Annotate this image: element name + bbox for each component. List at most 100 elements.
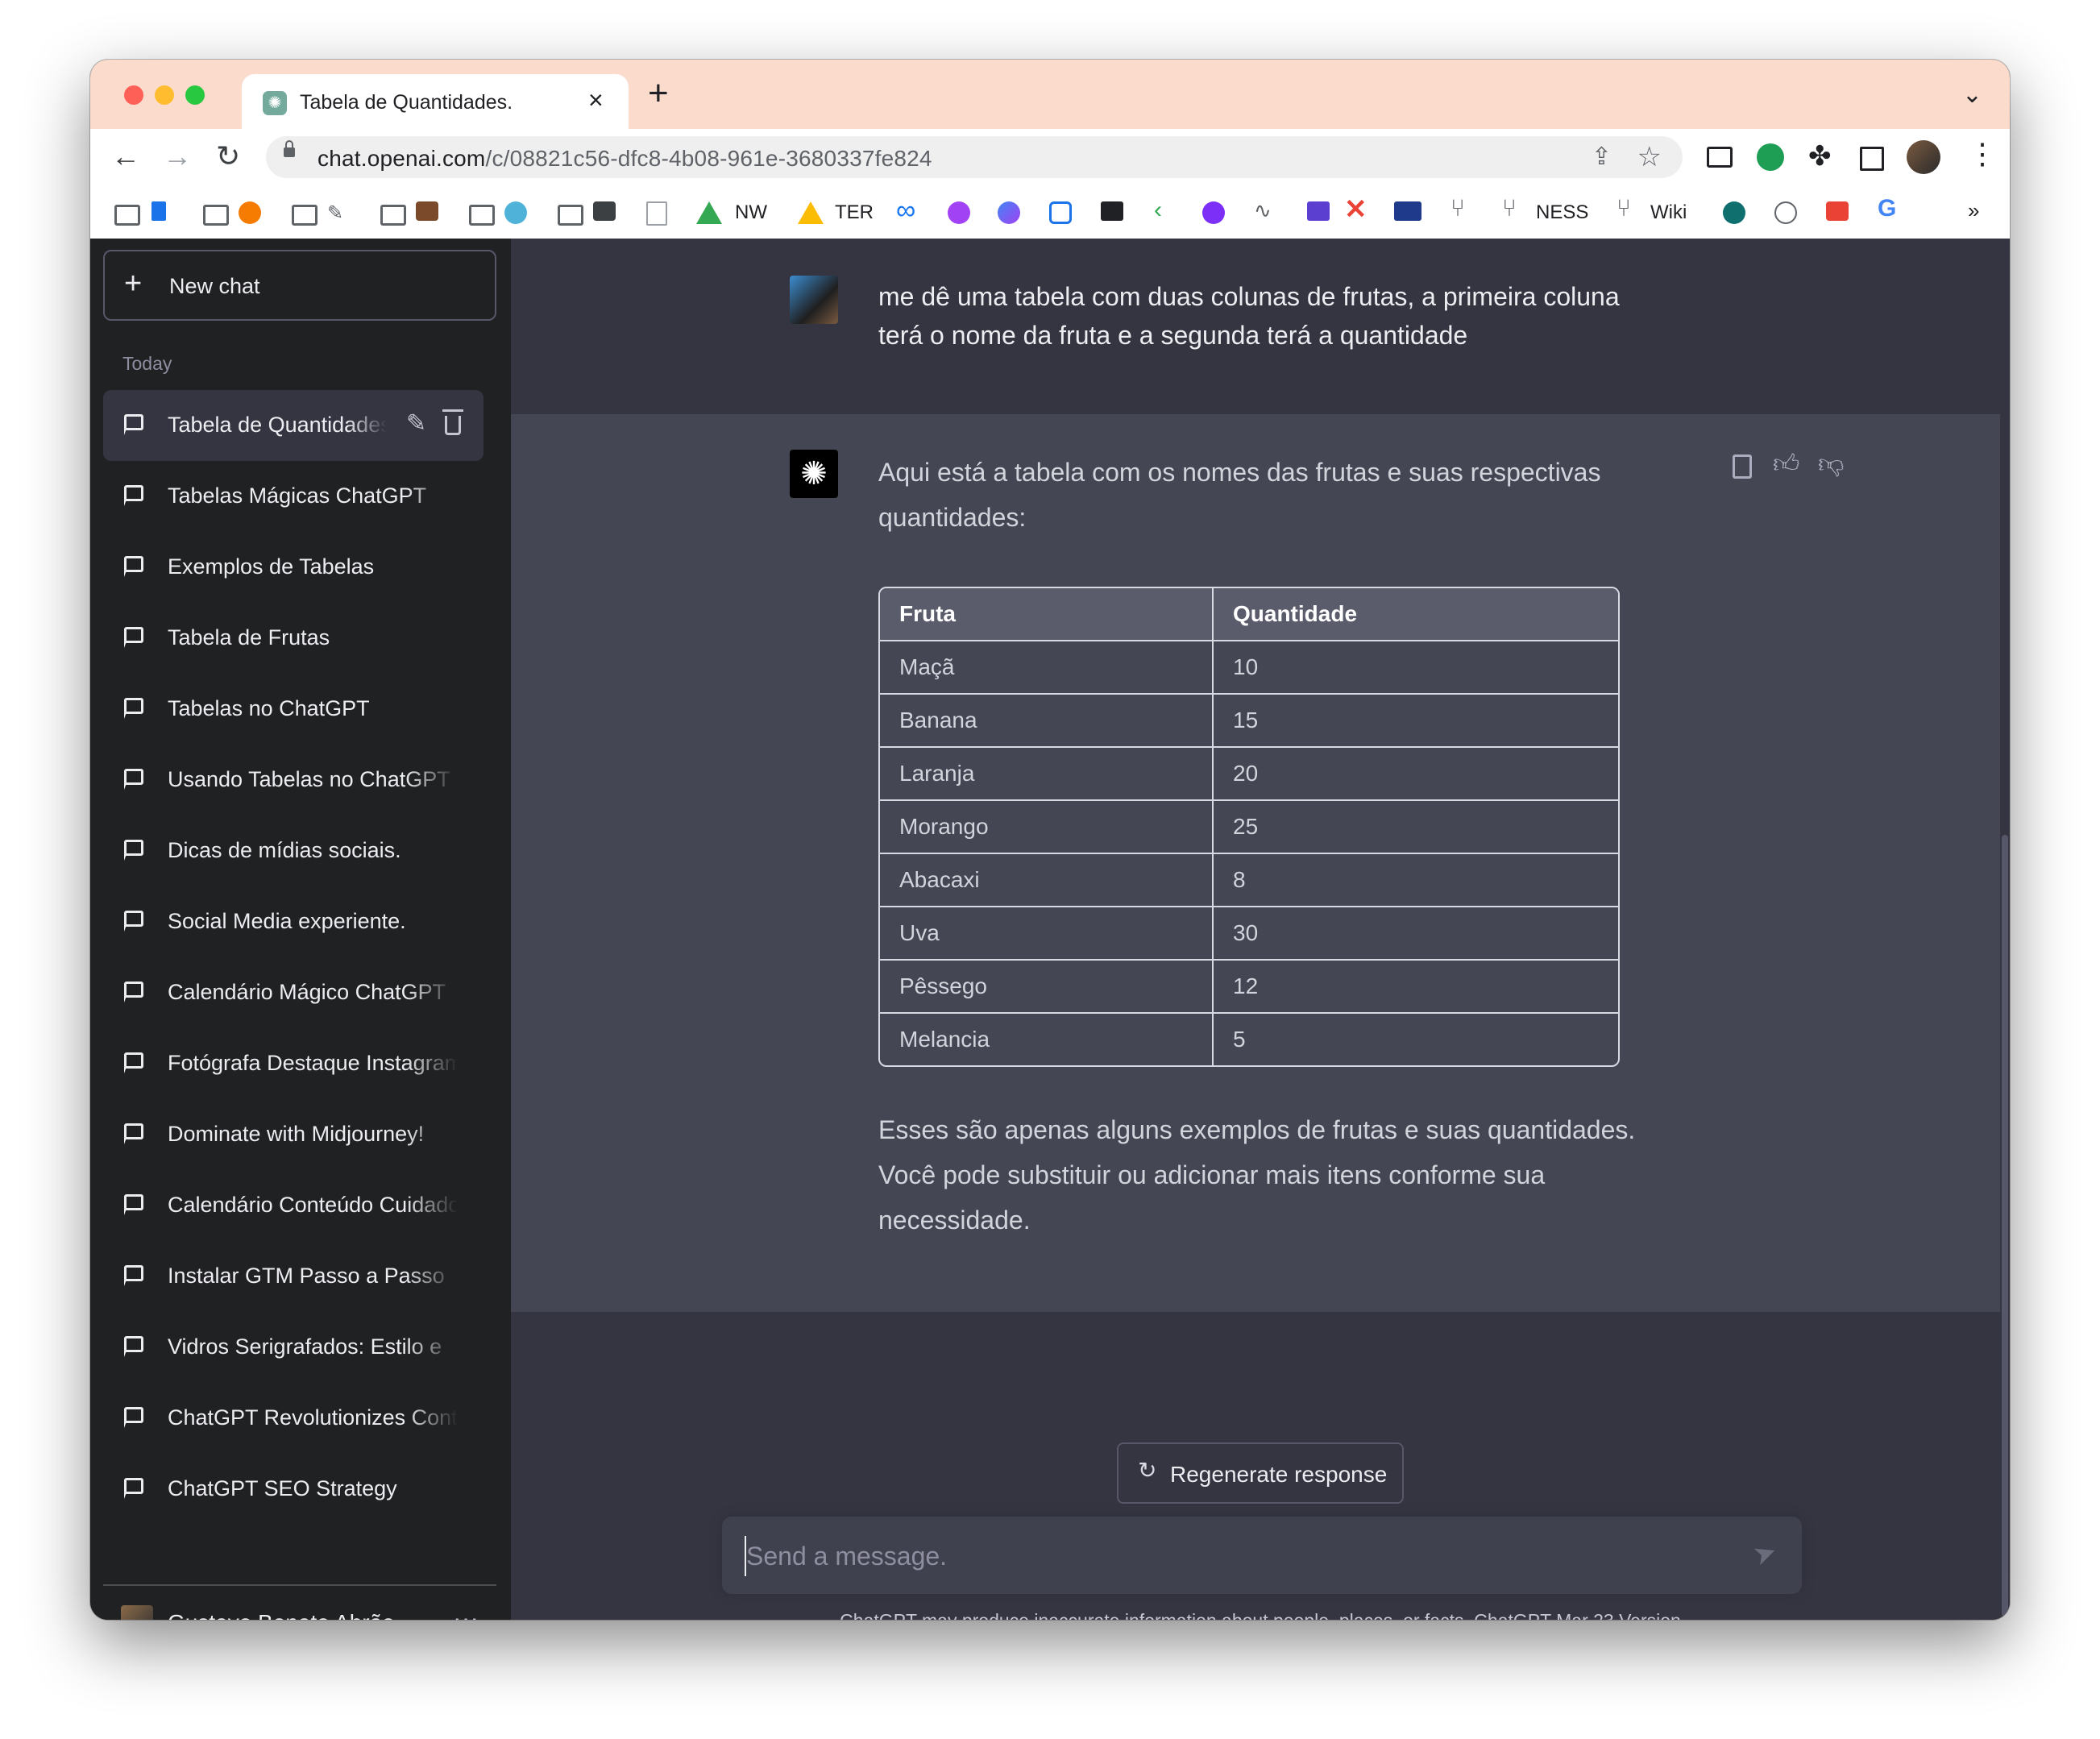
bookmark-book-icon[interactable] bbox=[151, 201, 166, 221]
sidebar-item-active[interactable]: Tabela de Quantidades. ✎ bbox=[103, 390, 483, 461]
edit-pencil-icon[interactable]: ✎ bbox=[406, 409, 426, 438]
bookmark-wand-icon[interactable] bbox=[948, 201, 970, 224]
bookmark-x-icon[interactable]: ✕ bbox=[1344, 193, 1367, 225]
google-icon[interactable]: G bbox=[1878, 195, 1900, 222]
bookmark-briefcase-icon[interactable] bbox=[416, 201, 438, 221]
sidebar-item[interactable]: Tabela de Frutas bbox=[103, 603, 483, 674]
thumbs-up-icon[interactable]: 👍︎ bbox=[1773, 448, 1799, 479]
chat-bubble-icon bbox=[124, 1052, 143, 1073]
sidebar-item[interactable]: Tabelas no ChatGPT bbox=[103, 674, 483, 745]
bookmark-folder-icon[interactable] bbox=[203, 205, 229, 226]
sidebar-item[interactable]: Dominate with Midjourney! bbox=[103, 1099, 483, 1170]
sidebar-item[interactable]: Tabelas Mágicas ChatGPT bbox=[103, 461, 483, 532]
bookmark-label[interactable]: TER bbox=[835, 201, 874, 224]
google-drive-icon[interactable] bbox=[696, 201, 722, 224]
side-panel-icon[interactable] bbox=[1860, 147, 1884, 171]
bookmark-camera-icon[interactable] bbox=[593, 201, 616, 221]
sidebar-item[interactable]: Instalar GTM Passo a Passo bbox=[103, 1241, 483, 1312]
bookmark-sphere-icon[interactable] bbox=[998, 201, 1020, 224]
bookmark-document-icon[interactable] bbox=[646, 201, 667, 226]
version-link[interactable]: ChatGPT Mar 23 Version bbox=[1474, 1610, 1681, 1620]
tab-close-icon[interactable]: × bbox=[588, 85, 604, 115]
sidebar-item[interactable]: Social Media experiente. bbox=[103, 886, 483, 957]
bookmark-label[interactable]: NESS bbox=[1536, 201, 1588, 224]
new-chat-button[interactable]: + New chat bbox=[103, 250, 496, 321]
bookmark-branch-icon[interactable]: ⑂ bbox=[1450, 195, 1473, 222]
message-input[interactable] bbox=[745, 1536, 1715, 1576]
table-cell: Pêssego bbox=[880, 961, 1214, 1014]
browser-menu-icon[interactable]: ⋮ bbox=[1968, 137, 1997, 170]
picture-in-picture-icon[interactable] bbox=[1707, 147, 1733, 168]
sidebar-item[interactable]: Fotógrafa Destaque Instagram bbox=[103, 1028, 483, 1099]
lock-icon[interactable] bbox=[284, 140, 295, 157]
minimize-window-button[interactable] bbox=[155, 85, 174, 105]
bookmark-fire-icon[interactable] bbox=[239, 201, 261, 224]
bookmark-folder-icon[interactable] bbox=[380, 205, 406, 226]
bookmark-red-icon[interactable] bbox=[1826, 201, 1849, 221]
bookmark-branch-icon[interactable]: ⑂ bbox=[1617, 195, 1639, 222]
bookmark-bowl-icon[interactable] bbox=[504, 201, 527, 224]
extension-green-icon[interactable] bbox=[1757, 143, 1784, 171]
copy-clipboard-icon[interactable] bbox=[1733, 454, 1752, 479]
section-label: Today bbox=[122, 353, 172, 374]
bookmark-globe-icon[interactable] bbox=[1723, 201, 1745, 224]
regenerate-response-button[interactable]: ↻ Regenerate response bbox=[1117, 1442, 1404, 1504]
bookmark-folder-icon[interactable] bbox=[469, 205, 495, 226]
sidebar-item[interactable]: Calendário Conteúdo Cuidado bbox=[103, 1170, 483, 1241]
sidebar-item[interactable]: ChatGPT SEO Strategy bbox=[103, 1454, 483, 1525]
close-window-button[interactable] bbox=[124, 85, 143, 105]
bookmarks-bar: ✎ NW TER ∞ ‹ ∿ ✕ ⑂ ⑂ NESS ⑂ Wiki G » bbox=[90, 185, 2010, 240]
thumbs-down-icon[interactable]: 👎︎ bbox=[1818, 448, 1844, 479]
chat-bubble-icon bbox=[124, 1478, 143, 1499]
google-drive-icon[interactable] bbox=[798, 201, 824, 224]
sidebar-item[interactable]: Calendário Mágico ChatGPT bbox=[103, 957, 483, 1028]
bookmark-n-icon[interactable] bbox=[1101, 201, 1123, 221]
chat-bubble-icon bbox=[124, 698, 143, 719]
scrollbar[interactable] bbox=[2000, 239, 2010, 1620]
trash-icon[interactable] bbox=[442, 409, 463, 435]
sidebar-item[interactable]: Exemplos de Tabelas bbox=[103, 532, 483, 603]
profile-avatar[interactable] bbox=[1907, 140, 1940, 174]
bookmark-ghost-icon[interactable] bbox=[1774, 201, 1797, 224]
maximize-window-button[interactable] bbox=[185, 85, 205, 105]
fruit-table: Fruta Quantidade Maçã 10 Banana 15 Laranja… bbox=[878, 587, 1620, 1067]
more-options-icon[interactable]: ··· bbox=[453, 1604, 479, 1620]
title-bar: ✺ Tabela de Quantidades. × + ⌄ bbox=[90, 60, 2010, 129]
table-cell: Melancia bbox=[880, 1014, 1214, 1065]
sidebar-item[interactable]: ChatGPT Revolutionizes Content bbox=[103, 1383, 483, 1454]
table-cell: 30 bbox=[1214, 907, 1618, 961]
bookmark-folder-icon[interactable] bbox=[558, 205, 583, 226]
bookmark-branch-icon[interactable]: ⑂ bbox=[1502, 195, 1525, 222]
bookmark-list-icon[interactable] bbox=[1307, 201, 1330, 221]
bookmark-chevron-icon[interactable]: ‹ bbox=[1154, 197, 1177, 223]
url-text[interactable]: chat.openai.com/c/08821c56-dfc8-4b08-961… bbox=[317, 146, 932, 172]
bookmark-wave-icon[interactable]: ∿ bbox=[1254, 198, 1276, 222]
send-icon[interactable]: ➤ bbox=[1749, 1534, 1781, 1572]
scrollbar-thumb[interactable] bbox=[2002, 835, 2008, 1617]
bookmark-folder-icon[interactable] bbox=[292, 205, 317, 226]
new-tab-button[interactable]: + bbox=[648, 76, 669, 111]
sidebar-item[interactable]: Dicas de mídias sociais. bbox=[103, 816, 483, 886]
bookmark-chat-icon[interactable] bbox=[1049, 201, 1072, 224]
sidebar-item[interactable]: Usando Tabelas no ChatGPT bbox=[103, 745, 483, 816]
bookmark-tools-icon[interactable]: ✎ bbox=[327, 201, 350, 224]
browser-tab[interactable]: ✺ Tabela de Quantidades. × bbox=[242, 74, 629, 129]
sidebar-item[interactable]: Vidros Serigrafados: Estilo e bbox=[103, 1312, 483, 1383]
back-arrow-icon[interactable]: ← bbox=[111, 140, 140, 172]
forward-arrow-icon[interactable]: → bbox=[163, 140, 192, 172]
sidebar-item-label: Calendário Mágico ChatGPT bbox=[168, 980, 446, 1004]
share-icon[interactable]: ⇪ bbox=[1592, 143, 1612, 171]
extensions-puzzle-icon[interactable]: ✤ bbox=[1808, 140, 1836, 172]
user-account-button[interactable]: Gustavo Bonato Abrão ··· bbox=[103, 1600, 496, 1620]
meta-infinity-icon[interactable]: ∞ bbox=[896, 195, 919, 226]
tab-search-chevron-icon[interactable]: ⌄ bbox=[1962, 81, 1982, 109]
bookmark-location-icon[interactable] bbox=[1202, 201, 1225, 224]
bookmark-star-icon[interactable]: ☆ bbox=[1637, 141, 1662, 173]
bookmark-label[interactable]: NW bbox=[735, 201, 767, 224]
reload-icon[interactable]: ↻ bbox=[216, 140, 240, 172]
bookmarks-overflow-icon[interactable]: » bbox=[1968, 198, 1979, 223]
bookmark-label[interactable]: Wiki bbox=[1650, 201, 1687, 224]
address-bar[interactable]: chat.openai.com/c/08821c56-dfc8-4b08-961… bbox=[266, 136, 1683, 178]
bookmark-mb-icon[interactable] bbox=[1394, 201, 1421, 221]
bookmark-folder-icon[interactable] bbox=[114, 205, 140, 226]
